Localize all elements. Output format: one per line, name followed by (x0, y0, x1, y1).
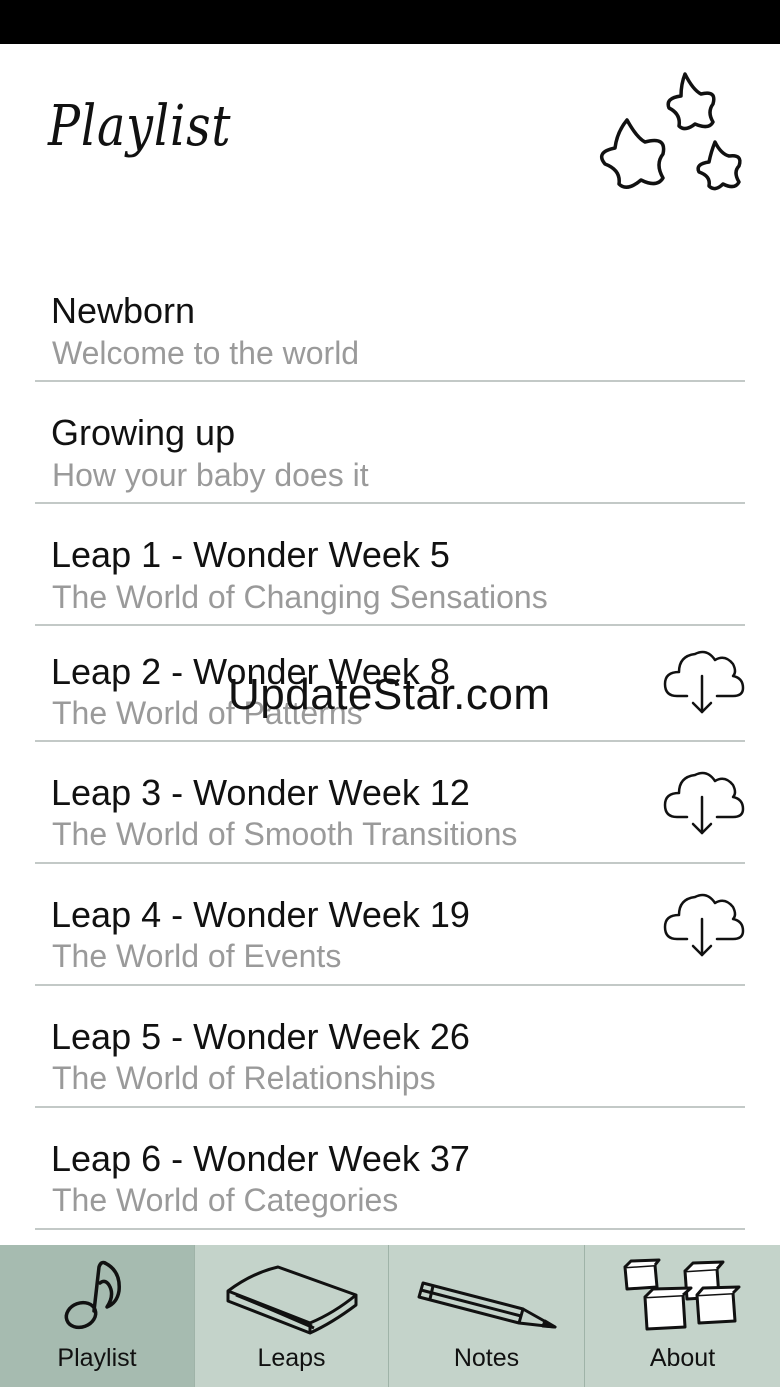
cloud-download-icon[interactable] (663, 767, 745, 837)
tab-label: Notes (453, 1344, 520, 1372)
list-item[interactable]: Leap 4 - Wonder Week 19 The World of Eve… (35, 864, 745, 986)
pencil-icon (417, 1281, 556, 1329)
playlist-list: Newborn Welcome to the world Growing up … (0, 260, 780, 1230)
tab-label: About (649, 1344, 716, 1372)
item-subtitle: The World of Smooth Transitions (52, 816, 518, 852)
tab-notes[interactable]: Notes (389, 1245, 585, 1387)
tab-label: Playlist (57, 1344, 137, 1372)
tab-about[interactable]: About (585, 1245, 780, 1387)
list-item[interactable]: Newborn Welcome to the world (35, 260, 745, 382)
watermark: UpdateStar.com (228, 670, 551, 719)
tab-playlist[interactable]: Playlist (0, 1245, 195, 1387)
tab-label: Leaps (257, 1344, 326, 1372)
item-title: Leap 5 - Wonder Week 26 (51, 1016, 470, 1057)
tab-leaps[interactable]: Leaps (195, 1245, 389, 1387)
item-subtitle: Welcome to the world (52, 335, 360, 371)
item-subtitle: How your baby does it (52, 457, 369, 493)
header: Playlist (0, 44, 780, 244)
item-subtitle: The World of Changing Sensations (52, 579, 548, 615)
item-title: Leap 4 - Wonder Week 19 (51, 894, 470, 935)
list-item[interactable]: Leap 3 - Wonder Week 12 The World of Smo… (35, 742, 745, 864)
list-item[interactable]: Leap 6 - Wonder Week 37 The World of Cat… (35, 1108, 745, 1230)
item-subtitle: The World of Categories (52, 1182, 399, 1218)
blocks-icon (623, 1258, 740, 1331)
cloud-download-icon[interactable] (663, 889, 745, 959)
item-subtitle: The World of Relationships (52, 1060, 436, 1096)
stars-doodle-icon (599, 72, 742, 191)
status-bar (0, 0, 780, 44)
item-title: Leap 6 - Wonder Week 37 (51, 1138, 470, 1179)
tab-bar: Playlist Leaps Notes About (0, 1245, 780, 1387)
list-item[interactable]: Leap 1 - Wonder Week 5 The World of Chan… (35, 504, 745, 626)
list-item[interactable]: Growing up How your baby does it (35, 382, 745, 504)
list-item[interactable]: Leap 5 - Wonder Week 26 The World of Rel… (35, 986, 745, 1108)
item-title: Newborn (51, 290, 196, 331)
item-title: Leap 3 - Wonder Week 12 (51, 772, 470, 813)
book-icon (226, 1265, 357, 1335)
page-title: Playlist (48, 94, 232, 159)
item-subtitle: The World of Events (52, 938, 342, 974)
cloud-download-icon[interactable] (663, 646, 745, 716)
item-title: Growing up (51, 412, 236, 453)
music-note-icon (64, 1260, 121, 1330)
item-title: Leap 1 - Wonder Week 5 (51, 534, 450, 575)
